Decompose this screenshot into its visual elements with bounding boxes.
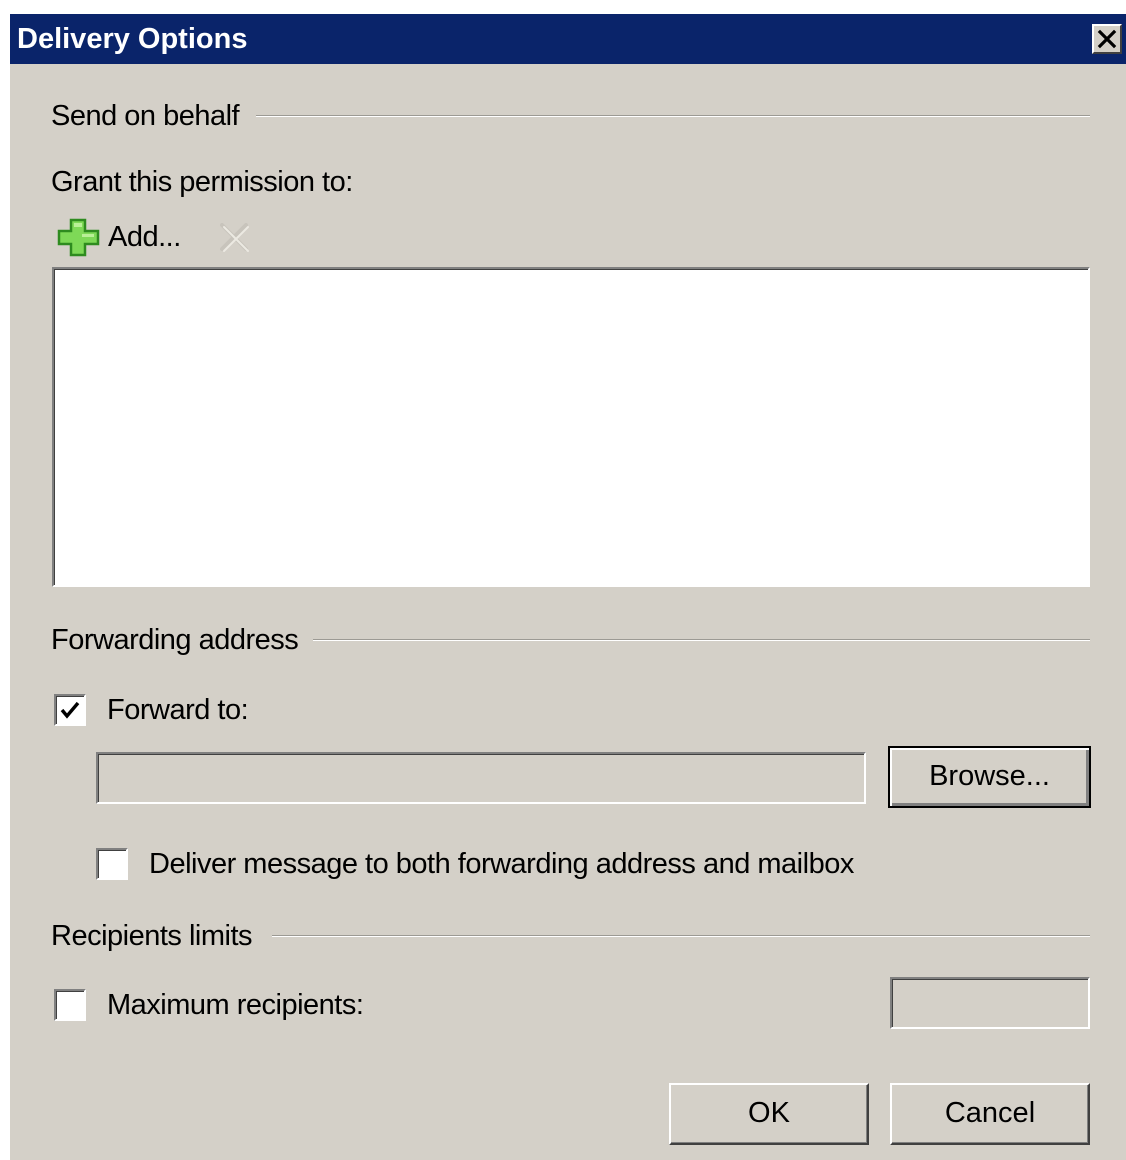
add-button[interactable]: Add... [56, 215, 196, 259]
title-bar[interactable]: Delivery Options [10, 14, 1126, 64]
browse-button-label: Browse... [929, 760, 1050, 792]
deliver-both-label: Deliver message to both forwarding addre… [149, 848, 854, 880]
forward-to-address-field[interactable] [96, 752, 866, 804]
checkmark-icon [60, 701, 80, 719]
cancel-button[interactable]: Cancel [890, 1083, 1090, 1145]
window-title: Delivery Options [17, 23, 248, 55]
send-on-behalf-divider [256, 115, 1090, 117]
max-recipients-field[interactable] [890, 977, 1090, 1029]
remove-button[interactable] [216, 217, 254, 255]
ok-button-label: OK [748, 1097, 790, 1129]
browse-button[interactable]: Browse... [888, 746, 1091, 808]
grant-permission-label: Grant this permission to: [51, 166, 353, 198]
remove-x-icon [220, 223, 249, 252]
delivery-options-dialog: Delivery Options Send on behalf Grant th… [10, 14, 1126, 1160]
green-plus-icon [57, 218, 100, 257]
forwarding-address-group-label: Forwarding address [51, 624, 299, 656]
ok-button[interactable]: OK [669, 1083, 869, 1145]
forwarding-address-divider [313, 639, 1090, 641]
recipients-limits-group-label: Recipients limits [51, 920, 253, 952]
recipients-limits-divider [272, 935, 1090, 937]
max-recipients-checkbox[interactable] [54, 989, 86, 1021]
close-icon [1097, 29, 1117, 49]
forward-to-checkbox[interactable] [54, 694, 86, 726]
close-button[interactable] [1092, 24, 1122, 54]
send-on-behalf-group-label: Send on behalf [51, 100, 240, 132]
max-recipients-label: Maximum recipients: [107, 989, 364, 1021]
permission-list[interactable] [52, 267, 1090, 587]
cancel-button-label: Cancel [944, 1097, 1036, 1129]
add-button-label: Add... [108, 221, 181, 253]
deliver-both-checkbox[interactable] [96, 848, 128, 880]
forward-to-label: Forward to: [107, 694, 249, 726]
